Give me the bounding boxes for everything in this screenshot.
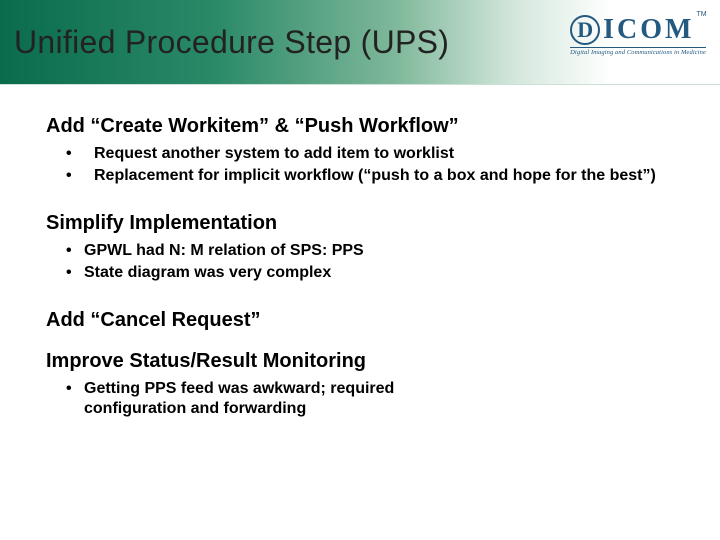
slide: Unified Procedure Step (UPS) D ICOMTM Di…	[0, 0, 720, 540]
section-heading: Simplify Implementation	[46, 212, 674, 235]
bullet-list: •Getting PPS feed was awkward; required …	[46, 379, 674, 421]
logo-tagline: Digital Imaging and Communications in Me…	[570, 47, 706, 56]
list-item: •Request another system to add item to w…	[46, 144, 674, 166]
slide-title: Unified Procedure Step (UPS)	[0, 24, 449, 61]
logo-text: ICOMTM	[603, 14, 704, 46]
list-item: •GPWL had N: M relation of SPS: PPS	[46, 241, 674, 263]
list-item: •Getting PPS feed was awkward; required …	[46, 379, 674, 421]
section-heading: Add “Create Workitem” & “Push Workflow”	[46, 115, 674, 138]
slide-body: Add “Create Workitem” & “Push Workflow” …	[0, 85, 720, 421]
section-heading: Improve Status/Result Monitoring	[46, 350, 674, 373]
logo-wordmark: D ICOMTM	[570, 14, 706, 46]
title-bar: Unified Procedure Step (UPS) D ICOMTM Di…	[0, 0, 720, 85]
bullet-list: •GPWL had N: M relation of SPS: PPS •Sta…	[46, 241, 674, 285]
bullet-list: •Request another system to add item to w…	[46, 144, 674, 188]
section-heading: Add “Cancel Request”	[46, 309, 674, 332]
list-item: •Replacement for implicit workflow (“pus…	[46, 166, 674, 188]
list-item: •State diagram was very complex	[46, 263, 674, 285]
dicom-logo: D ICOMTM Digital Imaging and Communicati…	[570, 14, 706, 56]
logo-d-icon: D	[570, 15, 600, 45]
